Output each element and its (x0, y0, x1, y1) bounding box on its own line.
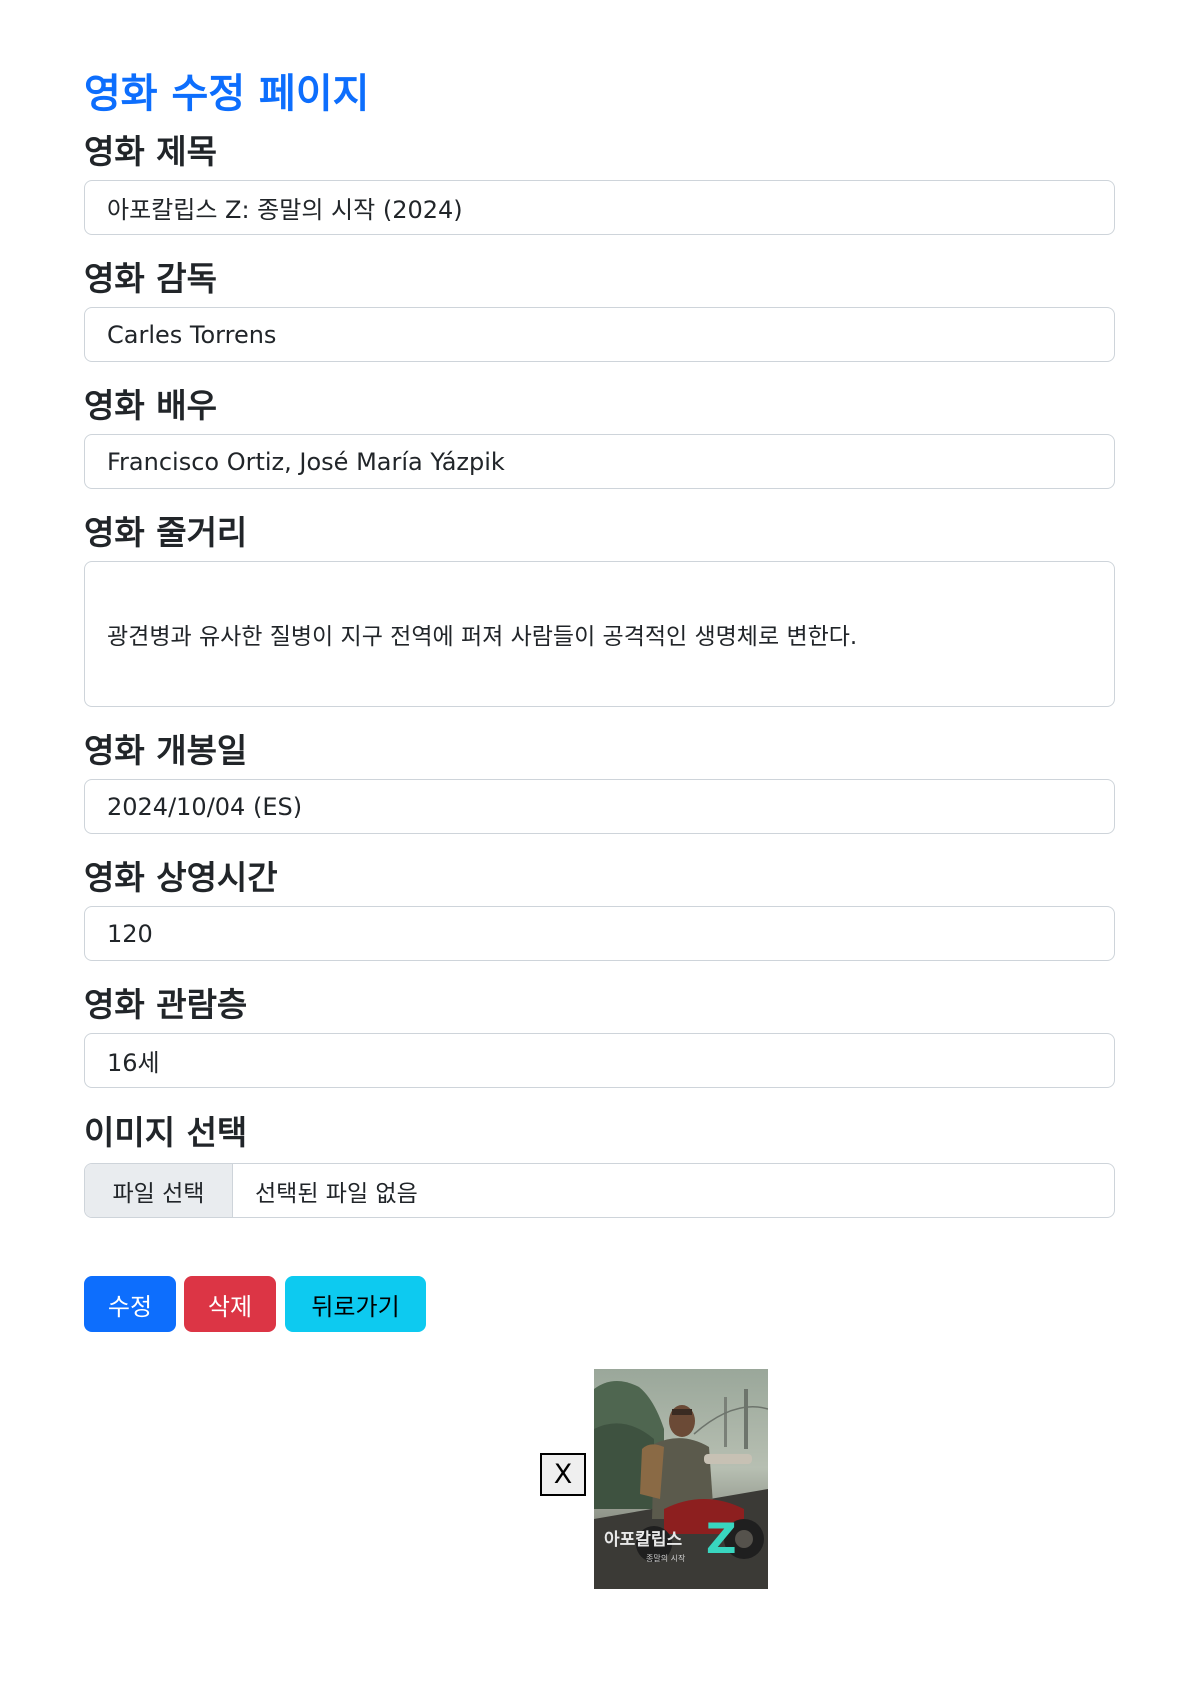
release-label: 영화 개봉일 (84, 731, 248, 770)
edit-button[interactable]: 수정 (84, 1276, 176, 1332)
file-input[interactable]: 파일 선택 선택된 파일 없음 (84, 1163, 1115, 1218)
director-input[interactable] (84, 307, 1115, 362)
poster-subtitle-text: 종말의 시작 (646, 1553, 686, 1563)
page-title: 영화 수정 페이지 (84, 71, 370, 117)
delete-button[interactable]: 삭제 (184, 1276, 276, 1332)
actors-input[interactable] (84, 434, 1115, 489)
plot-textarea[interactable]: 광견병과 유사한 질병이 지구 전역에 퍼져 사람들이 공격적인 생명체로 변한… (84, 561, 1115, 707)
rating-label: 영화 관람층 (84, 985, 248, 1024)
poster-z-text: Z (706, 1514, 736, 1563)
plot-label: 영화 줄거리 (84, 513, 248, 552)
runtime-input[interactable] (84, 906, 1115, 961)
image-select-label: 이미지 선택 (84, 1113, 248, 1152)
poster-image: 아포칼립스 Z 종말의 시작 (594, 1369, 768, 1589)
plot-text: 광견병과 유사한 질병이 지구 전역에 퍼져 사람들이 공격적인 생명체로 변한… (107, 624, 858, 650)
release-input[interactable] (84, 779, 1115, 834)
runtime-label: 영화 상영시간 (84, 858, 278, 897)
back-button[interactable]: 뒤로가기 (285, 1276, 426, 1332)
remove-image-button[interactable]: X (540, 1453, 586, 1496)
title-label: 영화 제목 (84, 132, 217, 171)
rating-input[interactable] (84, 1033, 1115, 1088)
file-status: 선택된 파일 없음 (255, 1180, 418, 1207)
movie-edit-page: 영화 수정 페이지 영화 제목 영화 감독 영화 배우 영화 줄거리 광견병과 … (0, 0, 1203, 1683)
actors-label: 영화 배우 (84, 386, 217, 425)
title-input[interactable] (84, 180, 1115, 235)
poster-title-text: 아포칼립스 (604, 1530, 683, 1550)
director-label: 영화 감독 (84, 259, 217, 298)
choose-file-button[interactable]: 파일 선택 (85, 1164, 233, 1217)
